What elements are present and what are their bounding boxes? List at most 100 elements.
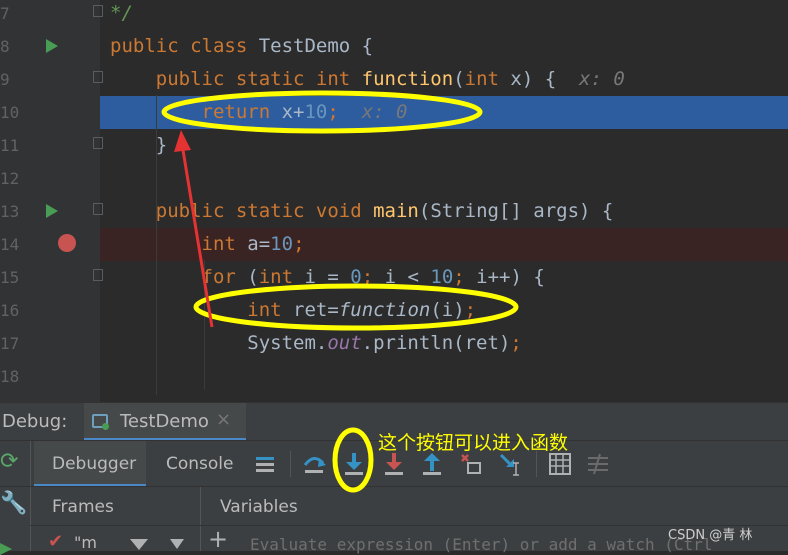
- tab-console-label: Console: [166, 454, 234, 474]
- code-token: 0: [350, 266, 362, 288]
- code-token: for: [201, 266, 248, 288]
- code-token: ;: [464, 299, 477, 321]
- code-token: System.: [110, 332, 328, 354]
- code-token: int: [258, 266, 305, 288]
- code-text: public static int function(int x) { x: 0: [110, 63, 625, 96]
- code-text: int ret=function(i);: [110, 294, 476, 327]
- wrench-icon[interactable]: 🔧: [0, 491, 27, 516]
- code-token: ;: [361, 266, 385, 288]
- toolbar-divider: [30, 441, 31, 487]
- code-token: ;: [293, 233, 305, 255]
- code-text: int a=10;: [110, 228, 305, 261]
- line-number: 14: [0, 235, 20, 254]
- tab-debugger[interactable]: Debugger: [34, 441, 146, 487]
- code-line[interactable]: 7 */: [0, 0, 788, 30]
- watermark: CSDN @青 林: [668, 528, 753, 543]
- code-line[interactable]: 8 public class TestDemo {: [0, 30, 788, 63]
- toolbar-divider: [290, 451, 291, 477]
- code-token: main: [373, 200, 419, 222]
- line-number: 7: [0, 4, 10, 23]
- trace-icon[interactable]: [586, 452, 610, 476]
- code-token: i =: [304, 266, 351, 288]
- code-text: public class TestDemo {: [110, 30, 373, 63]
- tab-console[interactable]: Console: [148, 441, 248, 487]
- code-line[interactable]: 18: [0, 360, 788, 393]
- debug-label: Debug:: [2, 411, 68, 432]
- run-gutter-icon[interactable]: [46, 39, 58, 53]
- code-line[interactable]: 16 int ret=function(i);: [0, 294, 788, 327]
- line-number: 9: [0, 70, 10, 89]
- code-token: i++) {: [476, 266, 545, 288]
- code-token: int: [247, 299, 294, 321]
- indent-guide: [204, 260, 205, 390]
- code-token: (: [453, 68, 465, 90]
- code-line[interactable]: 11 }: [0, 129, 788, 162]
- variables-label: Variables: [220, 497, 298, 517]
- tab-debugger-label: Debugger: [52, 454, 137, 474]
- dropdown-arrow-icon[interactable]: [130, 539, 148, 550]
- code-token: x: 0: [361, 101, 408, 123]
- code-token: 10: [270, 233, 294, 255]
- show-execution-point-icon[interactable]: [254, 453, 276, 475]
- breakpoint-icon[interactable]: [58, 234, 76, 252]
- indent-guide: [156, 95, 157, 395]
- session-tab[interactable]: TestDemo ×: [84, 403, 246, 441]
- line-number: 8: [0, 37, 10, 56]
- code-token: x: 0: [579, 68, 625, 90]
- fold-marker-icon[interactable]: [93, 5, 103, 17]
- code-token: }: [110, 134, 168, 156]
- fold-marker-icon[interactable]: [93, 203, 103, 215]
- evaluate-expression-icon[interactable]: [548, 452, 572, 476]
- code-text: */: [110, 0, 133, 30]
- code-line[interactable]: 15 for (int i = 0; i < 10; i++) {: [0, 261, 788, 294]
- code-token: (i): [430, 299, 465, 321]
- code-line[interactable]: 12: [0, 162, 788, 195]
- code-token: (: [247, 266, 259, 288]
- filter-icon[interactable]: [170, 539, 184, 549]
- fold-marker-icon[interactable]: [93, 137, 103, 149]
- code-token: int: [201, 233, 248, 255]
- code-token: */: [110, 2, 133, 24]
- line-number: 12: [0, 169, 20, 188]
- rerun-icon[interactable]: ⟳: [0, 449, 18, 474]
- code-line[interactable]: 13 public static void main(String[] args…: [0, 195, 788, 228]
- frame-selector[interactable]: "m: [74, 533, 97, 552]
- code-text: return x+10; x: 0: [110, 96, 408, 129]
- step-over-icon[interactable]: [302, 451, 328, 477]
- fold-marker-icon[interactable]: [93, 269, 103, 281]
- code-token: public static void: [155, 200, 374, 222]
- close-tab-icon[interactable]: ×: [216, 409, 231, 430]
- code-text: }: [110, 129, 167, 162]
- code-line[interactable]: 10 return x+10; x: 0: [0, 96, 788, 129]
- code-editor[interactable]: 7 */8 public class TestDemo {9 public stat…: [0, 0, 788, 402]
- code-token: .println(ret): [361, 332, 511, 354]
- code-line[interactable]: 14 int a=10;: [0, 228, 788, 261]
- add-watch-icon[interactable]: +: [208, 525, 228, 553]
- toolbar-divider: [30, 487, 31, 551]
- resume-icon[interactable]: [0, 543, 12, 555]
- code-token: out: [327, 332, 362, 354]
- session-tab-label: TestDemo: [120, 411, 209, 432]
- check-icon: ✔: [48, 531, 64, 552]
- code-token: x) {: [510, 68, 580, 90]
- code-token: function: [361, 68, 454, 90]
- annotation-text: 这个按钮可以进入函数: [378, 432, 569, 454]
- code-token: a=: [247, 233, 271, 255]
- code-token: ;: [327, 101, 339, 123]
- step-into-icon[interactable]: [342, 451, 366, 477]
- code-line[interactable]: 9 public static int function(int x) { x:…: [0, 63, 788, 96]
- code-token: 10: [304, 101, 328, 123]
- pane-divider: [200, 487, 201, 551]
- run-gutter-icon[interactable]: [46, 204, 58, 218]
- code-token: public class: [110, 35, 259, 57]
- code-line[interactable]: 17 System.out.println(ret);: [0, 327, 788, 360]
- evaluate-input[interactable]: Evaluate expression (Enter) or add a wat…: [250, 535, 712, 554]
- line-number: 10: [0, 103, 20, 122]
- code-text: System.out.println(ret);: [110, 327, 522, 360]
- fold-marker-icon[interactable]: [93, 71, 103, 83]
- code-token: 10: [430, 266, 454, 288]
